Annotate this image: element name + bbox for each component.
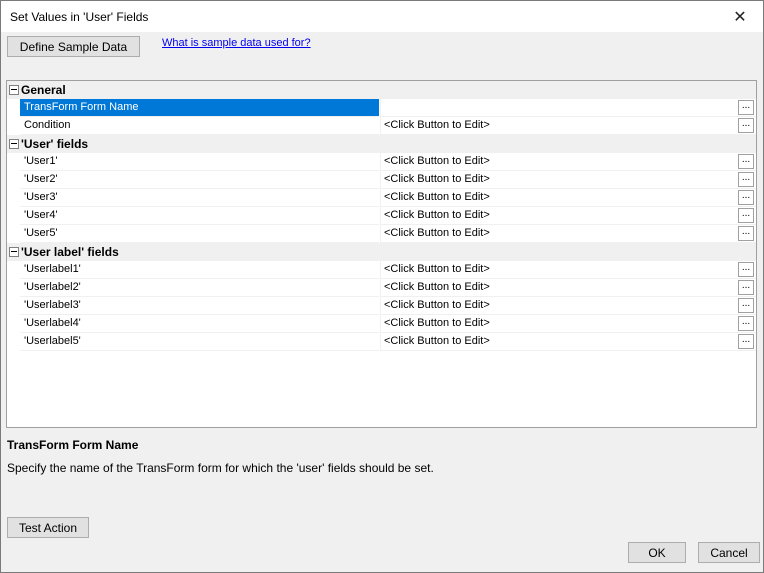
property-row-userlabel1[interactable]: 'Userlabel1' <Click Button to Edit> ... [7, 261, 756, 279]
property-row-form-name[interactable]: TransForm Form Name ... [7, 99, 756, 117]
sample-data-help-link[interactable]: What is sample data used for? [162, 37, 311, 49]
close-button[interactable]: ✕ [717, 1, 763, 32]
collapse-icon[interactable] [9, 85, 19, 95]
ellipsis-button[interactable]: ... [738, 226, 754, 241]
ellipsis-button[interactable]: ... [738, 316, 754, 331]
dialog-window: Set Values in 'User' Fields ✕ Define Sam… [0, 0, 764, 573]
property-name[interactable]: 'User3' [20, 189, 379, 207]
property-name[interactable]: Condition [20, 117, 379, 135]
property-value[interactable]: <Click Button to Edit> [380, 333, 756, 351]
property-value[interactable]: <Click Button to Edit> [380, 279, 756, 297]
help-description: Specify the name of the TransForm form f… [7, 461, 434, 475]
property-name[interactable]: 'Userlabel5' [20, 333, 379, 351]
ellipsis-button[interactable]: ... [738, 280, 754, 295]
dialog-title: Set Values in 'User' Fields [10, 10, 149, 24]
property-grid[interactable]: General TransForm Form Name ... Conditio… [6, 80, 757, 428]
property-name[interactable]: 'User5' [20, 225, 379, 243]
define-sample-data-button[interactable]: Define Sample Data [7, 36, 140, 57]
property-row-userlabel3[interactable]: 'Userlabel3' <Click Button to Edit> ... [7, 297, 756, 315]
category-label: 'User' fields [21, 137, 89, 151]
property-name[interactable]: 'Userlabel4' [20, 315, 379, 333]
property-value[interactable] [380, 99, 756, 117]
cancel-button[interactable]: Cancel [698, 542, 760, 563]
ellipsis-button[interactable]: ... [738, 298, 754, 313]
property-name[interactable]: 'User1' [20, 153, 379, 171]
ellipsis-button[interactable]: ... [738, 190, 754, 205]
property-value[interactable]: <Click Button to Edit> [380, 153, 756, 171]
property-name[interactable]: 'Userlabel3' [20, 297, 379, 315]
property-value[interactable]: <Click Button to Edit> [380, 171, 756, 189]
property-value[interactable]: <Click Button to Edit> [380, 189, 756, 207]
ellipsis-button[interactable]: ... [738, 100, 754, 115]
property-name[interactable]: 'Userlabel2' [20, 279, 379, 297]
category-label: General [21, 83, 66, 97]
property-name[interactable]: 'User2' [20, 171, 379, 189]
property-value[interactable]: <Click Button to Edit> [380, 261, 756, 279]
ok-button[interactable]: OK [628, 542, 686, 563]
ellipsis-button[interactable]: ... [738, 262, 754, 277]
property-value[interactable]: <Click Button to Edit> [380, 297, 756, 315]
property-row-userlabel5[interactable]: 'Userlabel5' <Click Button to Edit> ... [7, 333, 756, 351]
category-user-fields[interactable]: 'User' fields [7, 135, 756, 153]
property-name[interactable]: TransForm Form Name [20, 99, 379, 117]
title-bar: Set Values in 'User' Fields ✕ [1, 1, 763, 32]
property-row-userlabel4[interactable]: 'Userlabel4' <Click Button to Edit> ... [7, 315, 756, 333]
ellipsis-button[interactable]: ... [738, 208, 754, 223]
ellipsis-button[interactable]: ... [738, 172, 754, 187]
test-action-button[interactable]: Test Action [7, 517, 89, 538]
property-row-user1[interactable]: 'User1' <Click Button to Edit> ... [7, 153, 756, 171]
ellipsis-button[interactable]: ... [738, 118, 754, 133]
property-row-user4[interactable]: 'User4' <Click Button to Edit> ... [7, 207, 756, 225]
property-row-user2[interactable]: 'User2' <Click Button to Edit> ... [7, 171, 756, 189]
collapse-icon[interactable] [9, 139, 19, 149]
category-user-label-fields[interactable]: 'User label' fields [7, 243, 756, 261]
ellipsis-button[interactable]: ... [738, 154, 754, 169]
ellipsis-button[interactable]: ... [738, 334, 754, 349]
category-label: 'User label' fields [21, 245, 119, 259]
property-name[interactable]: 'Userlabel1' [20, 261, 379, 279]
property-name[interactable]: 'User4' [20, 207, 379, 225]
category-general[interactable]: General [7, 81, 756, 99]
collapse-icon[interactable] [9, 247, 19, 257]
property-value[interactable]: <Click Button to Edit> [380, 315, 756, 333]
help-title: TransForm Form Name [7, 438, 139, 452]
property-row-condition[interactable]: Condition <Click Button to Edit> ... [7, 117, 756, 135]
property-row-userlabel2[interactable]: 'Userlabel2' <Click Button to Edit> ... [7, 279, 756, 297]
property-value[interactable]: <Click Button to Edit> [380, 207, 756, 225]
property-value[interactable]: <Click Button to Edit> [380, 117, 756, 135]
property-value[interactable]: <Click Button to Edit> [380, 225, 756, 243]
property-row-user5[interactable]: 'User5' <Click Button to Edit> ... [7, 225, 756, 243]
property-row-user3[interactable]: 'User3' <Click Button to Edit> ... [7, 189, 756, 207]
